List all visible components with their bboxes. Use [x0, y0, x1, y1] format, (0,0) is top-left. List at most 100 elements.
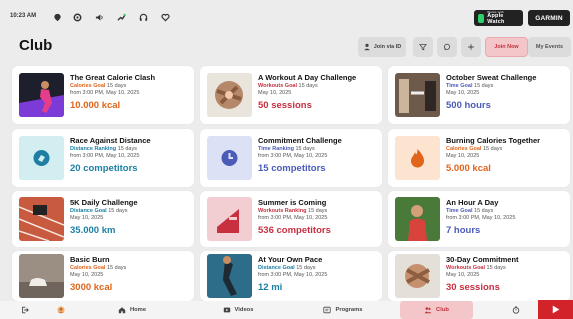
challenge-value: 12 mi: [258, 282, 283, 293]
challenge-card[interactable]: An Hour A Day Time Goal 15 days from 3:00 …: [388, 191, 570, 247]
challenge-meta: Calories Goal 15 days from 3:00 PM, May 1…: [70, 83, 139, 96]
nav-videos[interactable]: Videos: [206, 301, 270, 319]
volume-icon[interactable]: [94, 12, 104, 22]
challenge-title: 30-Day Commitment: [446, 255, 519, 264]
challenge-date: May 10, 2025: [446, 89, 480, 96]
challenge-duration: 15 days: [474, 208, 494, 214]
challenge-title: Basic Burn: [70, 255, 110, 264]
challenge-duration: 15 days: [107, 265, 127, 271]
nav-home[interactable]: Home: [100, 301, 164, 319]
chat-button[interactable]: [437, 37, 457, 57]
challenge-date: from 3:00 PM, May 10, 2025: [258, 214, 328, 221]
challenge-date: May 10, 2025: [258, 89, 292, 96]
challenge-title: Race Against Distance: [70, 136, 151, 145]
challenge-value: 10.000 kcal: [70, 100, 121, 111]
challenge-meta: Time Ranking 15 days from 3:00 PM, May 10…: [258, 146, 327, 159]
apple-watch-badge[interactable]: Works with Apple Watch: [474, 10, 523, 26]
challenge-meta: Workouts Ranking 15 days from 3:00 PM, Ma…: [258, 208, 327, 221]
challenge-card[interactable]: Summer is Coming Workouts Ranking 15 days…: [200, 191, 382, 247]
challenge-duration: 15 days: [483, 146, 503, 152]
challenge-kind: Distance Ranking: [70, 146, 117, 152]
challenge-date: May 10, 2025: [446, 152, 480, 159]
challenge-meta: Distance Ranking 15 days from 3:00 PM, Ma…: [70, 146, 139, 159]
bottom-nav-bar: [0, 301, 573, 319]
profile-avatar[interactable]: [50, 301, 72, 319]
status-time: 10:23 AM: [10, 13, 37, 19]
join-via-id-label: Join via ID: [373, 44, 402, 50]
challenge-thumbnail: [207, 254, 252, 298]
challenge-kind: Calories Goal: [70, 265, 106, 271]
join-user-icon: [363, 43, 370, 51]
challenge-thumbnail: [395, 136, 440, 180]
challenge-date: from 3:00 PM, May 10, 2025: [258, 152, 328, 159]
filter-button[interactable]: [413, 37, 433, 57]
challenge-title: At Your Own Pace: [258, 255, 323, 264]
challenge-value: 7 hours: [446, 225, 481, 236]
challenge-card[interactable]: Basic Burn Calories Goal 15 days May 10, 2…: [12, 251, 194, 301]
challenge-card[interactable]: At Your Own Pace Distance Goal 15 days fro…: [200, 251, 382, 301]
challenge-card[interactable]: 5K Daily Challenge Distance Goal 15 days M…: [12, 191, 194, 247]
challenge-thumbnail: [207, 136, 252, 180]
club-icon: [424, 307, 432, 314]
filter-icon: [419, 44, 427, 51]
challenge-duration: 15 days: [107, 83, 127, 89]
apple-watch-label: Apple Watch: [487, 13, 505, 25]
add-button[interactable]: [461, 37, 481, 57]
challenge-title: The Great Calorie Clash: [70, 73, 156, 82]
logout-button[interactable]: [14, 301, 36, 319]
challenge-value: 50 sessions: [258, 100, 312, 111]
challenge-kind: Workouts Ranking: [258, 208, 307, 214]
challenge-date: May 10, 2025: [446, 271, 480, 278]
challenge-value: 20 competitors: [70, 163, 138, 174]
challenge-thumbnail: [207, 73, 252, 117]
timer-button[interactable]: [506, 301, 526, 319]
my-events-button[interactable]: My Events: [528, 37, 571, 57]
challenge-title: October Sweat Challenge: [446, 73, 537, 82]
watch-icon: [478, 13, 485, 23]
nav-videos-label: Videos: [234, 307, 254, 313]
join-now-button[interactable]: Join Now: [485, 37, 528, 57]
challenge-card[interactable]: 30-Day Commitment Workouts Goal 15 days Ma…: [388, 251, 570, 301]
challenge-kind: Distance Goal: [70, 208, 107, 214]
videos-icon: [223, 307, 230, 313]
settings-icon[interactable]: [72, 12, 82, 22]
challenge-kind: Workouts Goal: [258, 83, 298, 89]
challenge-card[interactable]: Burning Calories Together Calories Goal 1…: [388, 129, 570, 187]
challenge-duration: 15 days: [308, 208, 328, 214]
heart-icon: [160, 12, 170, 22]
challenge-title: Burning Calories Together: [446, 136, 541, 145]
challenge-date: from 3:00 PM, May 10, 2025: [446, 214, 516, 221]
challenge-thumbnail: [19, 136, 64, 180]
nav-club-label: Club: [436, 307, 449, 313]
challenge-duration: 15 days: [117, 146, 137, 152]
challenge-thumbnail: [19, 197, 64, 241]
join-via-id-button[interactable]: Join via ID: [358, 37, 406, 57]
challenge-duration: 15 days: [298, 83, 318, 89]
nav-club[interactable]: Club: [400, 301, 473, 319]
challenge-duration: 15 days: [474, 83, 494, 89]
nav-programs[interactable]: Programs: [306, 301, 380, 319]
challenge-meta: Distance Goal 15 days May 10, 2025: [70, 208, 127, 221]
challenge-kind: Calories Goal: [446, 146, 482, 152]
garmin-badge[interactable]: GARMIN: [528, 10, 570, 26]
play-button[interactable]: [538, 300, 573, 319]
challenge-value: 15 competitors: [258, 163, 326, 174]
challenge-card[interactable]: Race Against Distance Distance Ranking 15…: [12, 129, 194, 187]
challenge-value: 536 competitors: [258, 225, 331, 236]
challenge-card[interactable]: The Great Calorie Clash Calories Goal 15 …: [12, 66, 194, 124]
challenge-thumbnail: [19, 254, 64, 298]
challenge-card[interactable]: A Workout A Day Challenge Workouts Goal 1…: [200, 66, 382, 124]
challenge-card[interactable]: October Sweat Challenge Time Goal 15 days…: [388, 66, 570, 124]
challenge-meta: Workouts Goal 15 days May 10, 2025: [258, 83, 318, 96]
challenge-duration: 15 days: [295, 146, 315, 152]
challenge-title: An Hour A Day: [446, 198, 499, 207]
plus-icon: [468, 44, 474, 50]
challenge-title: Commitment Challenge: [258, 136, 342, 145]
page-title: Club: [19, 37, 53, 54]
challenge-value: 5.000 kcal: [446, 163, 491, 174]
challenge-title: Summer is Coming: [258, 198, 327, 207]
challenge-meta: Calories Goal 15 days May 10, 2025: [446, 146, 502, 159]
challenge-card[interactable]: Commitment Challenge Time Ranking 15 days…: [200, 129, 382, 187]
play-icon: [552, 305, 560, 314]
challenge-date: May 10, 2025: [70, 271, 104, 278]
